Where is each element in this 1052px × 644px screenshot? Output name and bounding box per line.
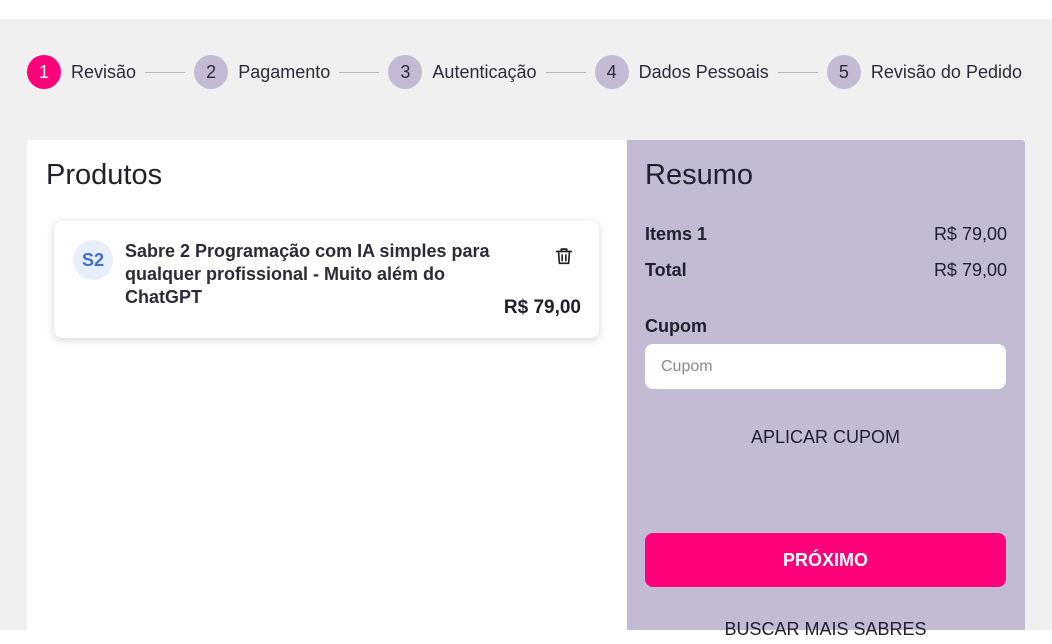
- step-label: Dados Pessoais: [638, 61, 769, 82]
- step-number: 1: [27, 55, 61, 89]
- summary-total-row: Total R$ 79,00: [645, 260, 1007, 281]
- summary-panel: Resumo Items 1 R$ 79,00 Total R$ 79,00 C…: [627, 140, 1025, 639]
- summary-title: Resumo: [645, 159, 753, 191]
- product-name: Sabre 2 Programação com IA simples para …: [125, 241, 490, 307]
- top-strip: [0, 0, 1052, 19]
- step-number: 4: [594, 55, 629, 89]
- step-connector: [777, 71, 818, 73]
- step-dados-pessoais[interactable]: 4 Dados Pessoais: [594, 55, 769, 89]
- checkout-stepper: 1 Revisão 2 Pagamento 3 Autenticação 4 D…: [27, 55, 1022, 89]
- trash-icon[interactable]: [553, 245, 575, 267]
- coupon-input[interactable]: [645, 344, 1006, 389]
- step-label: Revisão: [71, 61, 137, 82]
- summary-items-row: Items 1 R$ 79,00: [645, 224, 1007, 245]
- step-label: Autenticação: [432, 61, 537, 82]
- items-label: Items 1: [645, 224, 708, 244]
- apply-coupon-button[interactable]: APLICAR CUPOM: [645, 423, 1006, 451]
- coupon-label: Cupom: [645, 316, 707, 336]
- step-connector: [145, 71, 186, 73]
- step-number: 2: [194, 55, 229, 89]
- step-connector: [339, 71, 380, 73]
- items-value: R$ 79,00: [933, 224, 1007, 244]
- products-panel: Produtos S2 Sabre 2 Programação com IA s…: [27, 140, 627, 630]
- step-label: Pagamento: [238, 61, 331, 82]
- product-price: R$ 79,00: [503, 297, 581, 318]
- total-value: R$ 79,00: [933, 260, 1007, 280]
- checkout-page: 1 Revisão 2 Pagamento 3 Autenticação 4 D…: [0, 19, 1052, 639]
- total-label: Total: [645, 260, 687, 280]
- next-button[interactable]: PRÓXIMO: [645, 533, 1006, 587]
- step-revisao[interactable]: 1 Revisão: [27, 55, 136, 89]
- product-avatar: S2: [73, 240, 113, 280]
- product-card: S2 Sabre 2 Programação com IA simples pa…: [54, 221, 599, 338]
- products-title: Produtos: [46, 159, 163, 191]
- step-number: 5: [826, 55, 861, 89]
- step-number: 3: [388, 55, 423, 89]
- step-label: Revisão do Pedido: [870, 61, 1022, 82]
- search-more-button[interactable]: BUSCAR MAIS SABRES: [645, 614, 1006, 644]
- step-connector: [545, 71, 586, 73]
- step-revisao-pedido[interactable]: 5 Revisão do Pedido: [826, 55, 1022, 89]
- step-pagamento[interactable]: 2 Pagamento: [194, 55, 330, 89]
- step-autenticacao[interactable]: 3 Autenticação: [388, 55, 537, 89]
